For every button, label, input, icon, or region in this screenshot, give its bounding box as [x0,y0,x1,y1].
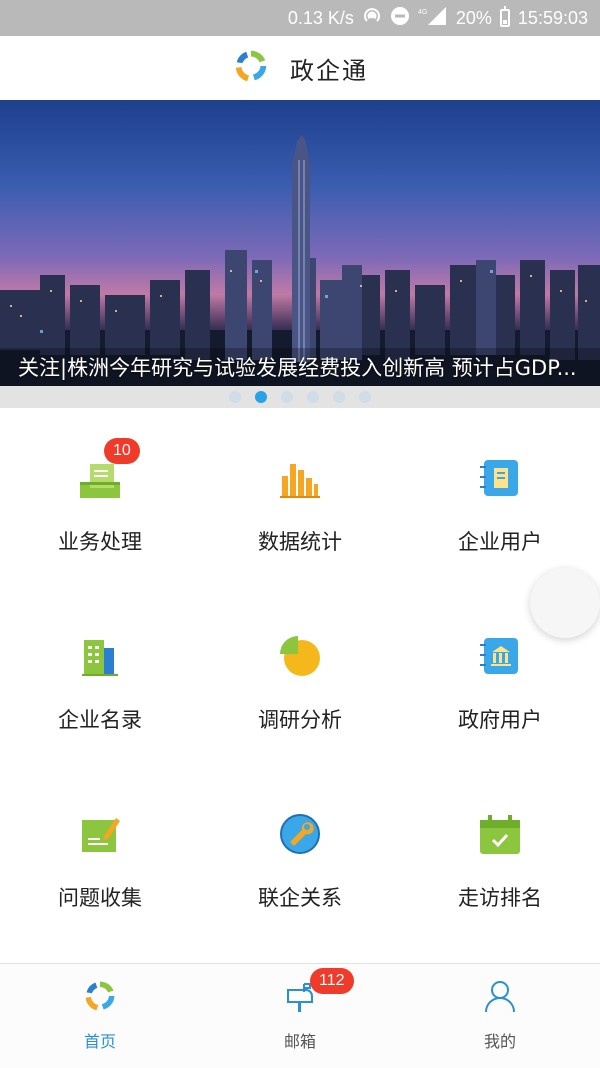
carousel-dot[interactable] [359,391,371,403]
clock: 15:59:03 [517,7,588,28]
mailbox-badge: 112 [310,968,354,994]
building-directory-icon [78,634,122,678]
menu-item-research[interactable]: 调研分析 [200,586,400,764]
menu-item-enterprise-users[interactable]: 企业用户 [400,408,600,586]
banner-caption[interactable]: 关注|株洲今年研究与试验发展经费投入创新高 预计占GDP... [18,352,598,382]
menu-label: 联企关系 [258,886,342,910]
person-icon [482,978,518,1014]
app-title: 政企通 [290,56,368,85]
banner-carousel[interactable]: 关注|株洲今年研究与试验发展经费投入创新高 预计占GDP... [0,100,600,386]
menu-item-visit-ranking[interactable]: 走访排名 [400,764,600,942]
status-bar: 0.13 K/s 4G 20% 15:59:03 [0,0,600,36]
government-book-icon [478,634,522,678]
battery-icon [499,6,510,27]
network-speed: 0.13 K/s [287,7,354,28]
swirl-logo-icon [232,47,270,89]
tab-label: 邮箱 [283,1032,316,1051]
hotspot-icon [362,6,382,31]
pencil-notepad-icon [78,812,122,856]
floating-assist-button[interactable] [530,568,600,638]
tab-label: 首页 [83,1032,116,1051]
home-logo-icon [82,978,118,1014]
carousel-dot[interactable] [229,391,241,403]
menu-label: 走访排名 [458,886,542,910]
status-bar-right: 0.13 K/s 4G 20% 15:59:03 [288,0,588,36]
enterprise-user-book-icon [478,456,522,500]
do-not-disturb-icon [390,6,410,31]
menu-item-business[interactable]: 10 业务处理 [0,408,200,586]
calendar-check-icon [478,812,522,856]
menu-label: 企业用户 [458,530,542,554]
menu-label: 业务处理 [58,530,142,554]
menu-label: 企业名录 [58,708,142,732]
wrench-globe-icon [278,812,322,856]
battery-level: 20% [455,7,492,28]
city-skyline-image [0,135,600,386]
carousel-dot-active[interactable] [255,391,267,403]
app-header: 政企通 [0,36,600,100]
carousel-indicator [0,386,600,408]
menu-item-relations[interactable]: 联企关系 [200,764,400,942]
carousel-dot[interactable] [307,391,319,403]
menu-label: 调研分析 [258,708,342,732]
menu-label: 数据统计 [258,530,342,554]
network-type: 4G [418,9,427,16]
tab-mailbox[interactable]: 112 邮箱 [200,964,400,1068]
business-badge: 10 [104,438,140,464]
carousel-dot[interactable] [281,391,293,403]
tab-label: 我的 [483,1032,516,1051]
menu-item-issues[interactable]: 问题收集 [0,764,200,942]
menu-label: 政府用户 [458,708,542,732]
menu-label: 问题收集 [58,886,142,910]
menu-item-directory[interactable]: 企业名录 [0,586,200,764]
signal-icon: 4G [418,6,448,31]
pie-chart-icon [278,634,322,678]
tab-home[interactable]: 首页 [0,964,200,1068]
menu-item-statistics[interactable]: 数据统计 [200,408,400,586]
bar-chart-icon [278,456,322,500]
bottom-tab-bar: 首页 112 邮箱 我的 [0,963,600,1068]
carousel-dot[interactable] [333,391,345,403]
tab-mine[interactable]: 我的 [400,964,600,1068]
